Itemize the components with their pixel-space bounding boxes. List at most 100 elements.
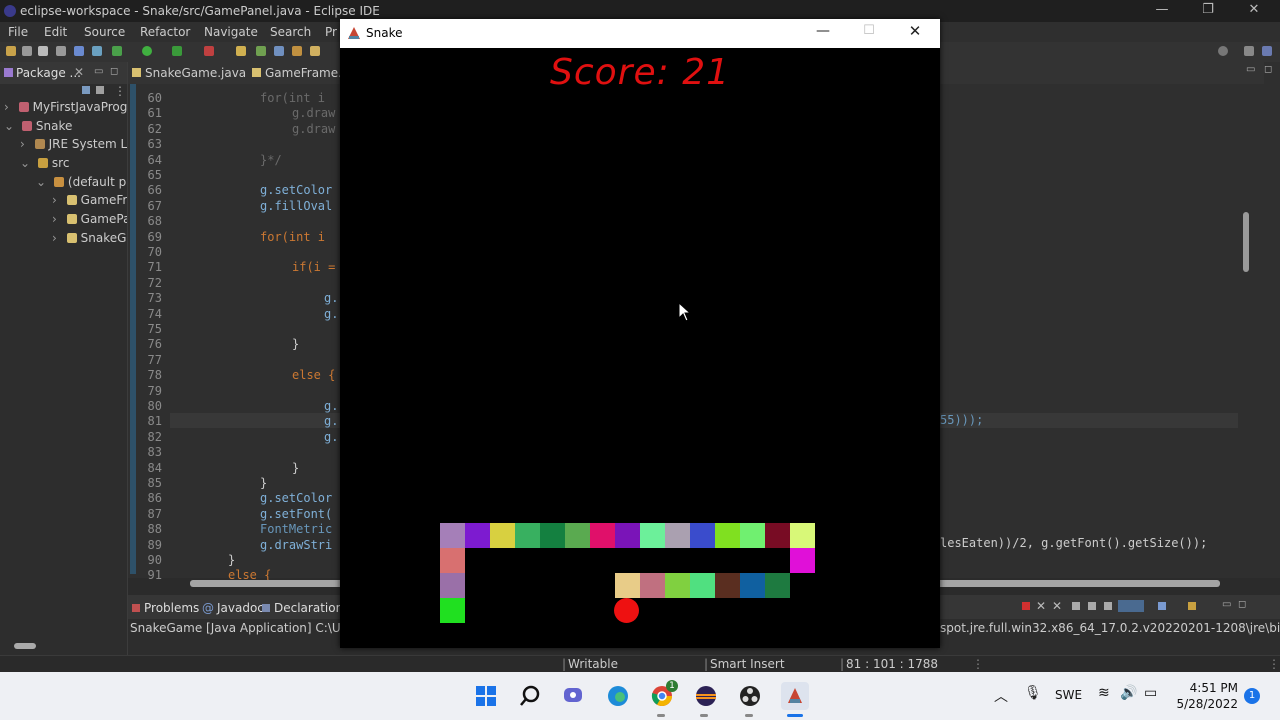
menu-edit[interactable]: Edit [44,25,67,39]
package-explorer-tab[interactable]: Package ... ✕ ▭ ◻ [0,62,127,84]
editor-minimize-icon[interactable]: ▭ [1246,64,1255,75]
tree-item[interactable]: › GameFra [0,193,127,211]
toggle-icon[interactable] [74,46,84,56]
tree-item-label: src [51,156,70,170]
code-line: } [228,553,236,567]
show-console-icon[interactable] [1104,602,1112,610]
line-number: 71 [147,260,162,275]
close-tab-icon[interactable]: ✕ [74,65,84,79]
start-icon[interactable] [474,684,498,708]
game-canvas[interactable]: Score: 21 [340,48,940,648]
java-perspective-icon[interactable] [1262,46,1272,56]
line-number: 66 [147,183,162,198]
print-icon[interactable] [56,46,66,56]
scroll-lock-icon[interactable] [1072,602,1080,610]
panel-maximize-icon[interactable]: ◻ [1238,599,1246,610]
skip-breakpoints-icon[interactable] [92,46,102,56]
search-icon[interactable] [1218,46,1228,56]
new-class-icon[interactable] [274,46,284,56]
volume-icon[interactable]: 🔊 [1120,685,1137,701]
minimize-icon[interactable]: — [810,23,836,39]
word-wrap-icon[interactable] [1088,602,1096,610]
tree-item[interactable]: ⌄ src [0,156,127,174]
tab-javadoc[interactable]: @ Javadoc [202,601,264,615]
new-java-project-icon[interactable] [236,46,246,56]
search-icon[interactable] [518,684,542,708]
tab-snakegame[interactable]: SnakeGame.java [132,66,246,80]
snake-segment [440,573,465,598]
menu-navigate[interactable]: Navigate [204,25,258,39]
tab-declaration[interactable]: Declaration [262,601,343,615]
terminate-icon[interactable] [1022,602,1030,610]
minimize-icon[interactable]: — [1142,2,1182,20]
view-minimize-icon[interactable]: ▭ [94,66,103,77]
open-console-icon[interactable] [1188,602,1196,610]
close-icon[interactable]: ✕ [902,22,928,40]
notification-badge[interactable]: 1 [1244,688,1260,704]
perspective-icon[interactable] [1244,46,1254,56]
clock-time[interactable]: 4:51 PM [1176,681,1238,695]
editor-maximize-icon[interactable]: ◻ [1264,64,1272,75]
link-editor-icon[interactable] [96,86,104,94]
open-type-icon[interactable] [292,46,302,56]
snake-segment [440,523,465,548]
maximize-icon[interactable]: ☐ [856,23,882,38]
tree-item[interactable]: ⌄ (default pac [0,175,127,193]
chat-icon[interactable] [561,684,585,708]
run-icon[interactable] [142,46,152,56]
code-line: g. [324,399,339,413]
edge-icon[interactable] [606,684,630,708]
save-all-icon[interactable] [38,46,48,56]
remove-all-icon[interactable]: ✕ [1052,599,1062,613]
maximize-icon[interactable]: ❐ [1188,2,1228,20]
display-console-icon[interactable] [1158,602,1166,610]
coverage-icon[interactable] [172,46,182,56]
view-menu-icon[interactable]: ⋮ [114,84,126,98]
wifi-icon[interactable]: ≋ [1098,685,1110,701]
collapse-all-icon[interactable] [82,86,90,94]
tree-item[interactable]: › GamePar [0,212,127,230]
menu-refactor[interactable]: Refactor [140,25,190,39]
mouse-cursor-icon [678,302,692,322]
search-tool-icon[interactable] [310,46,320,56]
menu-project[interactable]: Pr [325,25,337,39]
tree-item[interactable]: ⌄ Snake [0,119,127,137]
new-icon[interactable] [6,46,16,56]
save-icon[interactable] [22,46,32,56]
tree-item[interactable]: › MyFirstJavaProgra [0,100,127,118]
pin-console-icon[interactable] [1118,600,1144,612]
tree-item[interactable]: › SnakeGa [0,231,127,249]
battery-icon[interactable]: ▭ [1144,685,1157,701]
line-number: 87 [147,506,162,521]
java-app-icon[interactable] [781,682,809,710]
obs-icon[interactable] [738,684,762,708]
tree-item[interactable]: › JRE System Libr [0,137,127,155]
line-number: 72 [147,275,162,290]
tree-item-label: MyFirstJavaProgra [32,100,127,114]
chrome-icon[interactable]: 1 [650,680,678,708]
clock-date[interactable]: 5/28/2022 [1170,697,1238,711]
menu-source[interactable]: Source [84,25,125,39]
running-indicator [657,714,665,717]
code-line: for(int i [260,229,326,244]
snake-window-title: Snake [366,26,403,40]
panel-minimize-icon[interactable]: ▭ [1222,599,1231,610]
chrome-badge: 1 [666,680,678,692]
debug-icon[interactable] [112,46,122,56]
new-package-icon[interactable] [256,46,266,56]
line-number: 62 [147,121,162,136]
explorer-scrollbar[interactable] [14,643,36,649]
input-language[interactable]: SWE [1055,688,1082,702]
view-maximize-icon[interactable]: ◻ [110,66,118,77]
tab-gameframe[interactable]: GameFrame.ja [252,66,353,80]
tab-problems[interactable]: Problems [132,601,199,615]
chevron-up-icon[interactable]: ︿ [994,686,1008,706]
remove-launch-icon[interactable]: ✕ [1036,599,1046,613]
eclipse-taskbar-icon[interactable] [694,684,718,708]
menu-file[interactable]: File [8,25,28,39]
external-tools-icon[interactable] [204,46,214,56]
close-icon[interactable]: ✕ [1234,2,1274,20]
editor-vertical-scrollbar[interactable] [1243,212,1249,272]
menu-search[interactable]: Search [270,25,311,39]
microphone-icon[interactable]: 🎙 [1024,685,1042,701]
